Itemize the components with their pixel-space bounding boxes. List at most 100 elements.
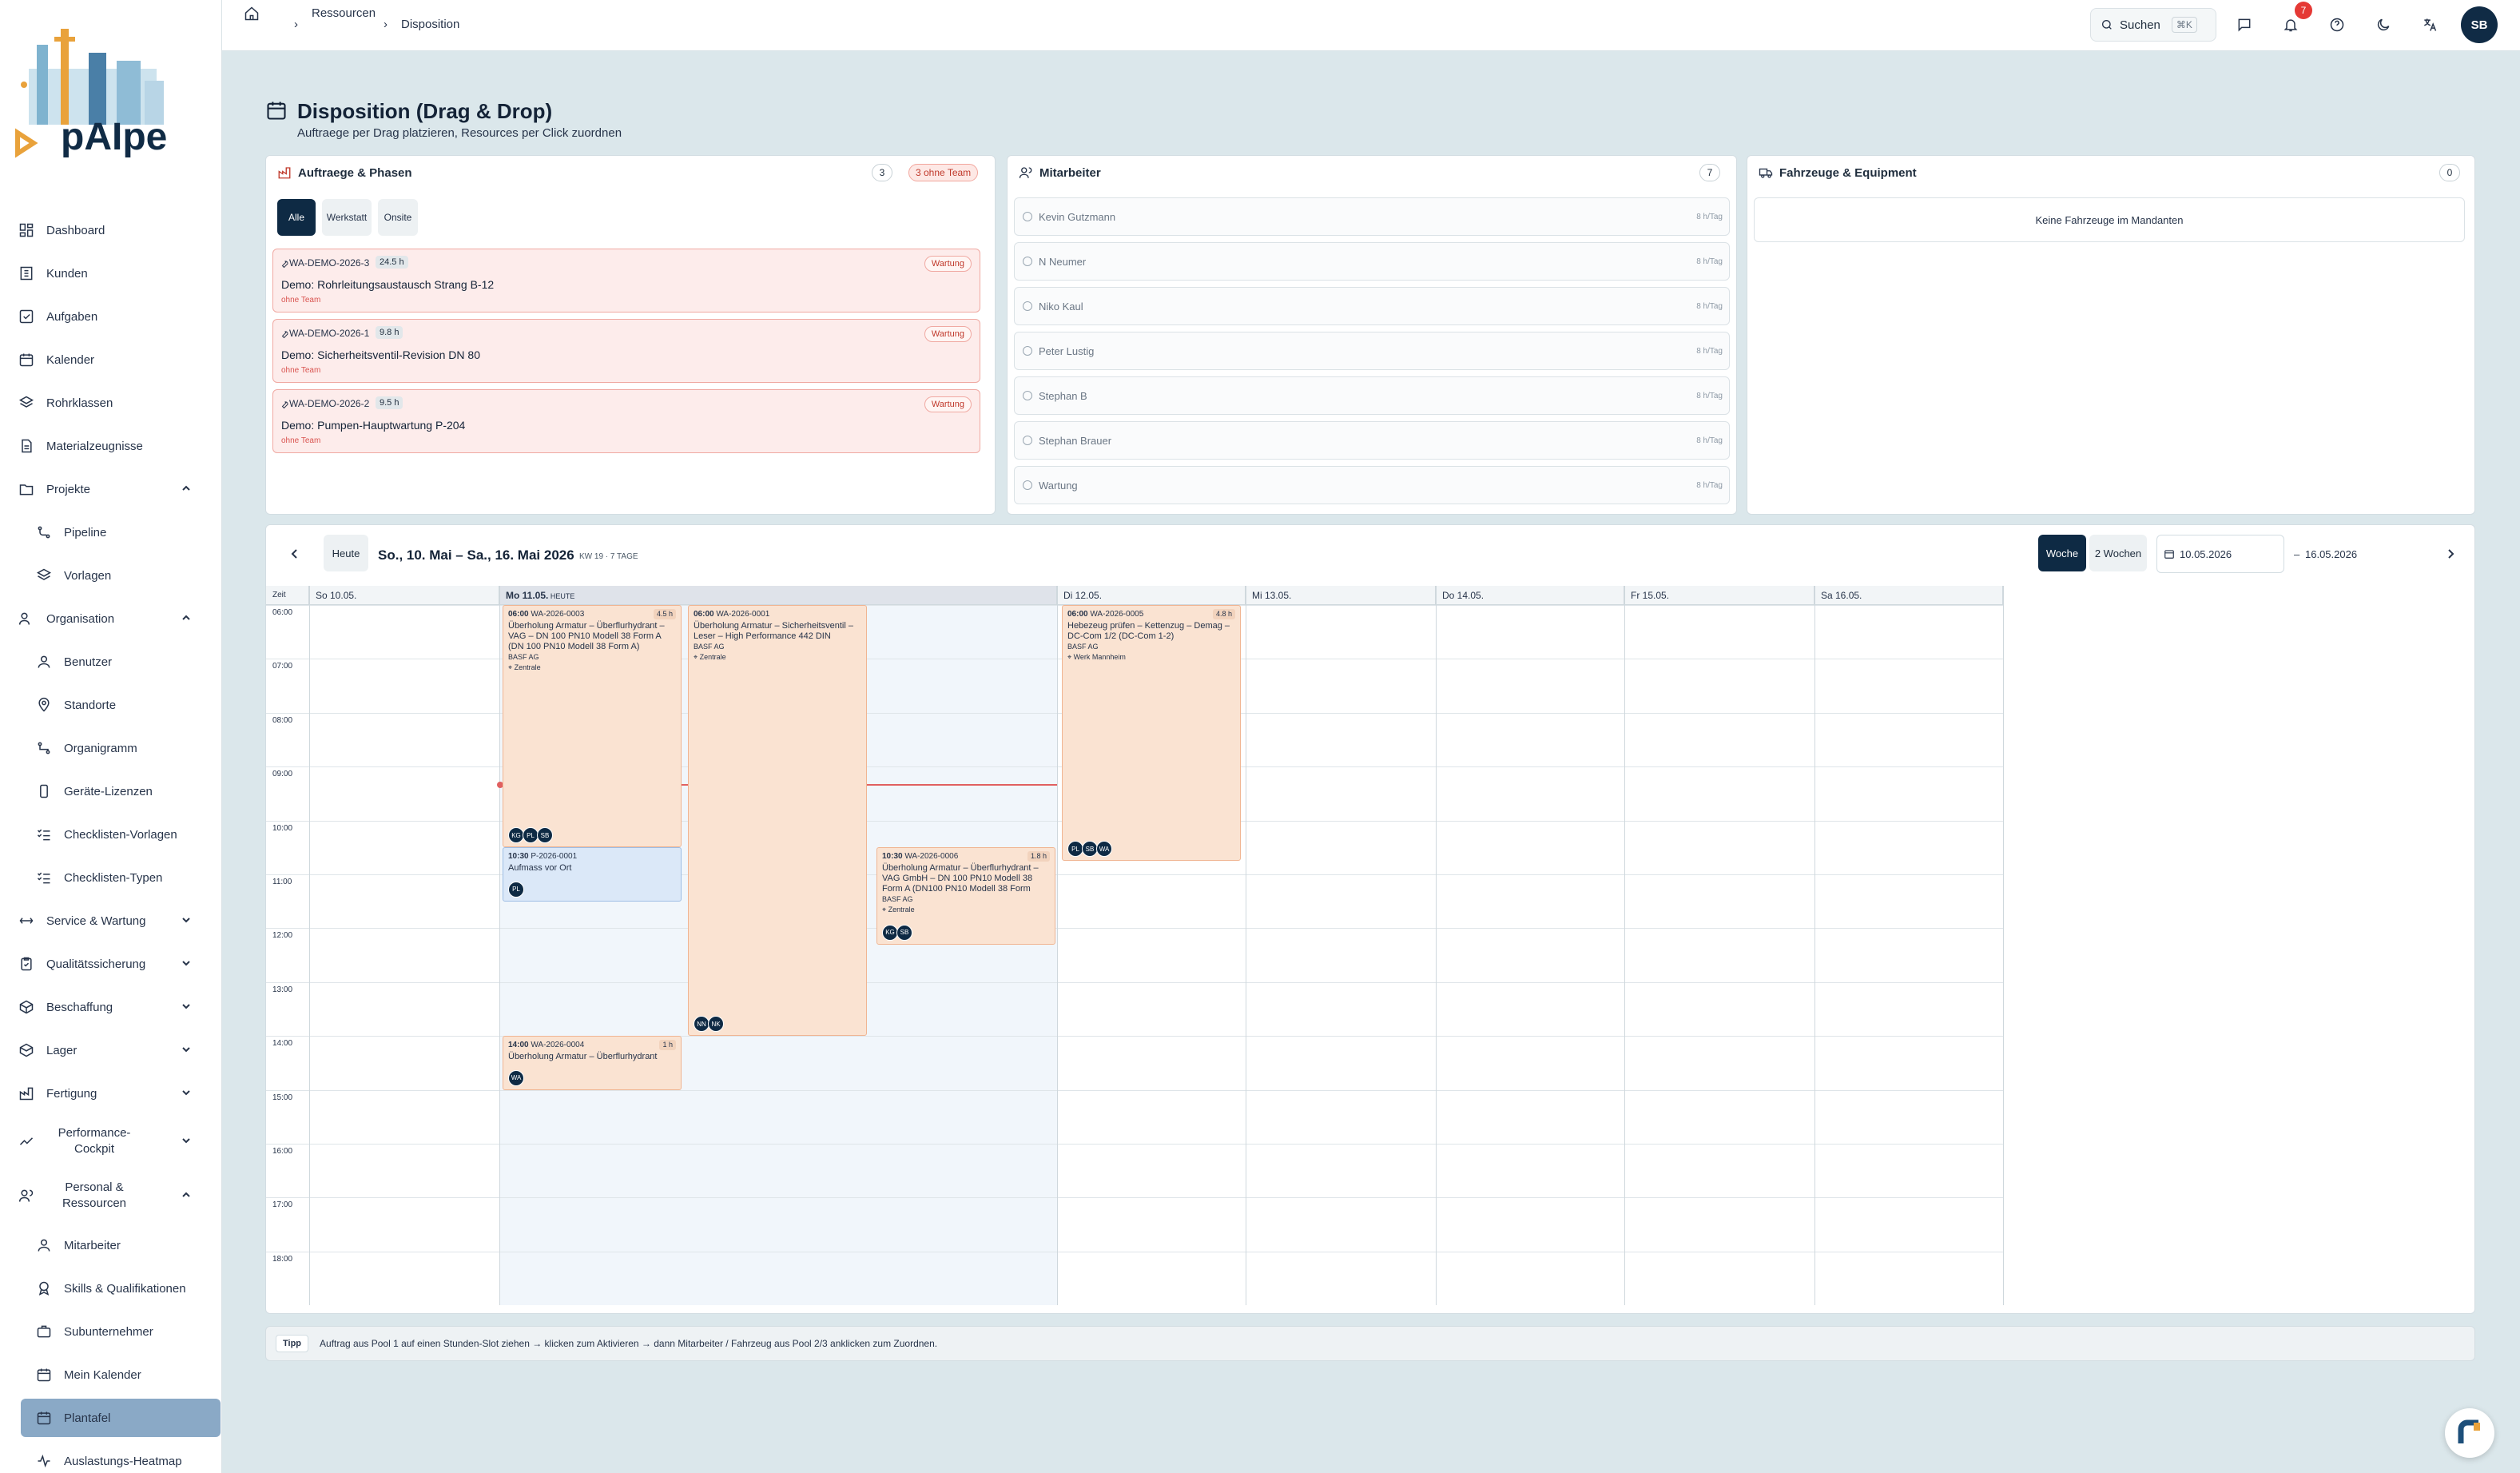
sidebar-item-performance-cockpit[interactable]: Performance-Cockpit — [11, 1122, 221, 1160]
breadcrumb-ressourcen[interactable]: Ressourcen — [312, 6, 376, 20]
event-card[interactable]: 10:30 WA-2026-0006 1.8 h Überholung Armatu… — [876, 847, 1055, 945]
sidebar-item-geraete-lizenzen[interactable]: Geräte-Lizenzen — [29, 772, 221, 810]
assignee-chip[interactable]: PL — [523, 827, 539, 844]
orders-count-badge: 3 — [872, 164, 892, 181]
event-card[interactable]: 10:30 P-2026-0001 Aufmass vor Ort PL — [503, 847, 682, 902]
assignee-chip[interactable]: WA — [508, 1069, 524, 1086]
day-header[interactable]: Mo 11.05. HEUTE — [499, 586, 1057, 605]
assignee-chip[interactable]: NN — [694, 1016, 709, 1033]
assignee-chip[interactable]: KG — [882, 924, 898, 941]
assignee-chip[interactable]: WA — [1096, 841, 1112, 858]
assignee-chip[interactable]: SB — [537, 827, 553, 844]
order-card[interactable]: WA-DEMO-2026-3 24.5 h Wartung Demo: Rohr… — [272, 249, 980, 313]
sidebar-item-qualitaetssicherung[interactable]: Qualitätssicherung — [11, 945, 221, 983]
view-two-weeks-button[interactable]: 2 Wochen — [2089, 535, 2147, 571]
day-header[interactable]: So 10.05. — [309, 586, 499, 605]
assignee-chip[interactable]: PL — [1067, 841, 1083, 858]
employee-item[interactable]: Stephan B 8 h/Tag — [1014, 376, 1730, 415]
day-header[interactable]: Fr 15.05. — [1624, 586, 1814, 605]
employee-item[interactable]: Peter Lustig 8 h/Tag — [1014, 332, 1730, 370]
sidebar-item-fertigung[interactable]: Fertigung — [11, 1074, 221, 1113]
sidebar-item-projekte[interactable]: Projekte — [11, 470, 221, 508]
order-card[interactable]: WA-DEMO-2026-2 9.5 h Wartung Demo: Pumpe… — [272, 389, 980, 453]
sidebar-item-pipeline[interactable]: Pipeline — [29, 513, 221, 551]
tab-werkstatt[interactable]: Werkstatt — [322, 199, 372, 236]
sidebar-item-kalender[interactable]: Kalender — [11, 340, 221, 379]
sidebar-item-materialzeugnisse[interactable]: Materialzeugnisse — [11, 427, 221, 465]
event-title: Hebezeug prüfen – Kettenzug – Demag – DC… — [1067, 621, 1230, 641]
sidebar-item-organigramm[interactable]: Organigramm — [29, 729, 221, 767]
employee-item[interactable]: Wartung 8 h/Tag — [1014, 466, 1730, 504]
sidebar-item-benutzer[interactable]: Benutzer — [29, 643, 221, 681]
date-to-input[interactable]: 16.05.2026 — [2305, 535, 2417, 573]
search-button[interactable]: Suchen ⌘K — [2090, 8, 2216, 42]
sidebar-item-standorte[interactable]: Standorte — [29, 686, 221, 724]
chevron-right-icon[interactable] — [2442, 546, 2458, 562]
sidebar-item-personal-ressourcen[interactable]: Personal & Ressourcen — [11, 1176, 221, 1215]
event-card[interactable]: 06:00 WA-2026-0005 4.8 h Hebezeug prüfen –… — [1062, 605, 1241, 862]
order-card[interactable]: WA-DEMO-2026-1 9.8 h Wartung Demo: Siche… — [272, 319, 980, 383]
employee-item[interactable]: Kevin Gutzmann 8 h/Tag — [1014, 197, 1730, 236]
chevron-up-icon[interactable] — [181, 612, 192, 623]
chevron-left-icon[interactable] — [287, 546, 303, 562]
day-header[interactable]: Sa 16.05. — [1814, 586, 2003, 605]
day-header[interactable]: Di 12.05. — [1057, 586, 1246, 605]
chat-icon[interactable] — [2232, 13, 2256, 37]
page-subtitle: Auftraege per Drag platzieren, Resources… — [297, 126, 622, 140]
sidebar-item-mitarbeiter[interactable]: Mitarbeiter — [29, 1226, 221, 1264]
sidebar-item-checklisten-vorlagen[interactable]: Checklisten-Vorlagen — [29, 815, 221, 854]
sidebar-item-skills[interactable]: Skills & Qualifikationen — [29, 1269, 221, 1308]
assignee-chip[interactable]: PL — [508, 881, 524, 898]
assistant-button[interactable] — [2445, 1408, 2494, 1458]
home-icon[interactable] — [240, 2, 264, 26]
chevron-down-icon[interactable] — [181, 1044, 192, 1055]
view-week-button[interactable]: Woche — [2038, 535, 2086, 571]
today-button[interactable]: Heute — [324, 535, 368, 571]
assignee-chip[interactable]: SB — [896, 924, 912, 941]
sidebar-item-subunternehmer[interactable]: Subunternehmer — [29, 1312, 221, 1351]
sidebar-item-lager[interactable]: Lager — [11, 1031, 221, 1069]
pAIpe-logo[interactable]: pAIpe — [13, 13, 181, 173]
assignee-chip[interactable]: KG — [508, 827, 524, 844]
event-card[interactable]: 06:00 WA-2026-0003 4.5 h Überholung Armatu… — [503, 605, 682, 848]
event-card[interactable]: 14:00 WA-2026-0004 1 h Überholung Armatur … — [503, 1036, 682, 1090]
sidebar-item-plantafel[interactable]: Plantafel — [21, 1399, 221, 1437]
tab-onsite[interactable]: Onsite — [378, 199, 418, 236]
date-from-input[interactable]: 10.05.2026 — [2156, 535, 2284, 573]
sidebar-item-vorlagen[interactable]: Vorlagen — [29, 556, 221, 595]
sidebar-item-mein-kalender[interactable]: Mein Kalender — [29, 1356, 221, 1394]
sidebar-item-auslastungs-heatmap[interactable]: Auslastungs-Heatmap — [29, 1442, 221, 1473]
avatar[interactable]: SB — [2461, 6, 2498, 43]
assistant-icon — [2458, 1419, 2480, 1443]
chevron-down-icon[interactable] — [181, 914, 192, 926]
employee-item[interactable]: N Neumer 8 h/Tag — [1014, 242, 1730, 281]
sidebar-item-checklisten-typen[interactable]: Checklisten-Typen — [29, 858, 221, 897]
day-header[interactable]: Do 14.05. — [1436, 586, 1624, 605]
chevron-down-icon[interactable] — [181, 1135, 192, 1146]
assignee-chip[interactable]: SB — [1082, 841, 1098, 858]
sidebar-item-kunden[interactable]: Kunden — [11, 254, 221, 293]
employee-item[interactable]: Niko Kaul 8 h/Tag — [1014, 287, 1730, 325]
sidebar-item-beschaffung[interactable]: Beschaffung — [11, 988, 221, 1026]
sidebar-item-dashboard[interactable]: Dashboard — [11, 211, 221, 249]
sidebar-item-aufgaben[interactable]: Aufgaben — [11, 297, 221, 336]
translate-icon[interactable] — [2418, 13, 2442, 37]
chevron-down-icon[interactable] — [181, 1001, 192, 1012]
event-title: Überholung Armatur – Überflurhydrant – V… — [882, 863, 1039, 894]
sidebar-item-organisation[interactable]: Organisation — [11, 599, 221, 638]
event-card[interactable]: 06:00 WA-2026-0001 Überholung Armatur – S… — [688, 605, 867, 1037]
sidebar-item-service-wartung[interactable]: Service & Wartung — [11, 902, 221, 940]
moon-icon[interactable] — [2371, 13, 2395, 37]
tab-alle[interactable]: Alle — [277, 199, 316, 236]
employee-item[interactable]: Stephan Brauer 8 h/Tag — [1014, 421, 1730, 460]
chevron-up-icon[interactable] — [181, 1189, 192, 1200]
chevron-down-icon[interactable] — [181, 1087, 192, 1098]
assignee-chip[interactable]: NK — [708, 1016, 724, 1033]
chevron-down-icon[interactable] — [181, 957, 192, 969]
sidebar-item-rohrklassen[interactable]: Rohrklassen — [11, 384, 221, 422]
chevron-up-icon[interactable] — [181, 483, 192, 494]
activity-icon — [35, 1452, 53, 1470]
day-header[interactable]: Mi 13.05. — [1246, 586, 1436, 605]
help-icon[interactable] — [2325, 13, 2349, 37]
service-icon — [18, 912, 35, 930]
